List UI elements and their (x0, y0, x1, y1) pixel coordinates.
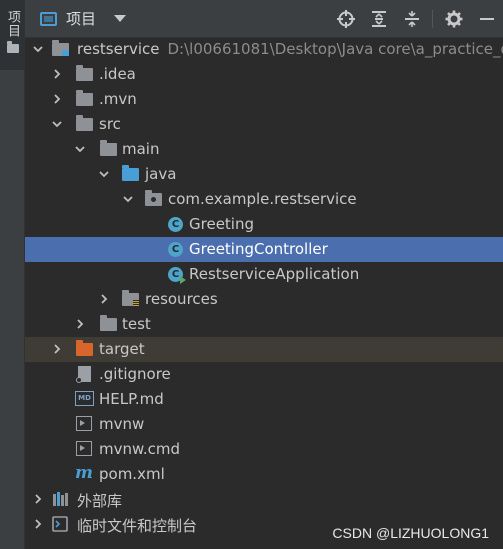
folder-icon (76, 65, 94, 83)
tree-node-label: java (145, 165, 177, 183)
tree-node-greeting-controller[interactable]: C GreetingController (25, 237, 503, 262)
tree-node-label: main (122, 140, 160, 158)
tool-window-strip: 项目 (0, 0, 25, 549)
tree-node-label: src (99, 115, 121, 133)
locate-file-button[interactable] (329, 0, 362, 38)
chevron-right-icon[interactable] (31, 492, 45, 506)
ignore-file-icon (76, 366, 96, 383)
runnable-class-icon: C (168, 267, 186, 284)
chevron-right-icon[interactable] (73, 317, 87, 331)
project-tool-tab[interactable]: 项目 (0, 0, 25, 70)
tree-node-mvn[interactable]: .mvn (25, 87, 503, 112)
source-folder-icon (122, 165, 140, 183)
minimize-icon (479, 18, 494, 20)
class-icon: C (168, 242, 186, 259)
crosshair-icon (336, 10, 355, 28)
project-view-icon (40, 11, 57, 26)
tree-node-label: GreetingController (189, 240, 328, 258)
library-icon (52, 491, 70, 508)
tree-node-mvnw-cmd[interactable]: mvnw.cmd (25, 437, 503, 462)
chevron-right-icon[interactable] (50, 67, 64, 81)
tree-node-restservice-application[interactable]: C RestserviceApplication (25, 262, 503, 287)
collapse-all-icon (404, 11, 419, 27)
collapse-all-button[interactable] (395, 0, 428, 38)
tree-node-label: Greeting (189, 215, 254, 233)
chevron-down-icon[interactable] (31, 42, 45, 56)
tree-node-label: resources (145, 290, 218, 308)
gear-icon (445, 10, 462, 28)
project-panel-header: 项目 (25, 0, 503, 38)
markdown-file-icon: MD (75, 391, 94, 408)
folder-icon (100, 140, 118, 158)
tree-node-label: test (122, 315, 151, 333)
tree-node-package[interactable]: com.example.restservice (25, 187, 503, 212)
tree-node-label: com.example.restservice (168, 190, 357, 208)
tree-node-pom[interactable]: m pom.xml (25, 462, 503, 487)
tree-node-external-libraries[interactable]: 外部库 (25, 487, 503, 512)
chevron-right-icon[interactable] (31, 517, 45, 531)
resources-folder-icon (122, 290, 140, 308)
scratches-icon (52, 516, 70, 533)
chevron-down-icon[interactable] (73, 142, 87, 156)
package-icon (145, 190, 163, 208)
tree-node-label: mvnw (99, 415, 145, 433)
folder-icon (100, 315, 118, 333)
tree-node-label: HELP.md (99, 390, 164, 408)
chevron-right-icon[interactable] (50, 342, 64, 356)
project-tab-label: 项目 (5, 10, 20, 38)
chevron-right-icon[interactable] (97, 292, 111, 306)
project-view-title[interactable]: 项目 (66, 8, 96, 29)
tree-node-idea[interactable]: .idea (25, 62, 503, 87)
tree-node-main[interactable]: main (25, 137, 503, 162)
root-module-path: D:\l00661081\Desktop\Java core\a_practic… (167, 40, 503, 58)
chevron-down-icon[interactable] (121, 192, 135, 206)
watermark: CSDN @LIZHUOLONG1 (332, 525, 489, 541)
project-tree: restservice D:\l00661081\Desktop\Java cor… (25, 37, 503, 537)
expand-all-icon (371, 11, 386, 27)
tree-node-greeting[interactable]: C Greeting (25, 212, 503, 237)
tree-node-resources[interactable]: resources (25, 287, 503, 312)
folder-icon (76, 90, 94, 108)
chevron-down-icon[interactable] (97, 167, 111, 181)
tree-node-label: .gitignore (99, 365, 171, 383)
script-file-icon (76, 416, 94, 433)
excluded-folder-icon (76, 340, 94, 358)
folder-icon (76, 115, 94, 133)
class-icon: C (168, 217, 186, 234)
script-file-icon (76, 441, 94, 458)
module-folder-icon (52, 40, 70, 58)
tree-node-java[interactable]: java (25, 162, 503, 187)
tree-node-test[interactable]: test (25, 312, 503, 337)
folder-icon (6, 41, 19, 53)
root-module-name: restservice (77, 40, 160, 58)
toolbar-divider (432, 10, 433, 28)
tree-node-label: target (99, 340, 145, 358)
tree-node-label: 临时文件和控制台 (77, 517, 198, 535)
project-panel: 项目 restservice D:\l00661081\Desktop\Java… (25, 0, 503, 549)
chevron-down-icon[interactable] (114, 15, 127, 22)
hide-panel-button[interactable] (470, 0, 503, 38)
tree-node-label: RestserviceApplication (189, 265, 360, 283)
tree-node-label: .idea (99, 65, 136, 83)
tree-node-restservice[interactable]: restservice D:\l00661081\Desktop\Java cor… (25, 37, 503, 62)
tree-node-label: 外部库 (77, 492, 123, 510)
chevron-down-icon[interactable] (50, 117, 64, 131)
panel-toolbar (329, 0, 503, 38)
tree-node-label: .mvn (99, 90, 137, 108)
maven-icon: m (75, 463, 93, 483)
tree-node-mvnw[interactable]: mvnw (25, 412, 503, 437)
chevron-right-icon[interactable] (50, 92, 64, 106)
settings-button[interactable] (437, 0, 470, 38)
expand-all-button[interactable] (362, 0, 395, 38)
tree-node-help-md[interactable]: MD HELP.md (25, 387, 503, 412)
tree-node-src[interactable]: src (25, 112, 503, 137)
tree-node-gitignore[interactable]: .gitignore (25, 362, 503, 387)
tree-node-target[interactable]: target (25, 337, 503, 362)
tree-node-label: mvnw.cmd (99, 440, 181, 458)
tree-node-label: pom.xml (99, 465, 165, 483)
